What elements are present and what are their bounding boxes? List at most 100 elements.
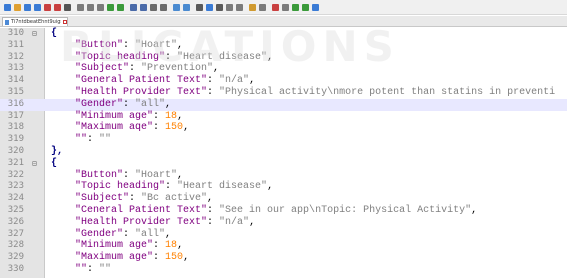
line-number: 324 bbox=[7, 193, 24, 204]
line-number: 310 bbox=[7, 28, 24, 38]
code-token: "Gender" bbox=[51, 98, 124, 110]
code-line[interactable]: 320}, bbox=[0, 146, 567, 158]
code-line[interactable]: 317 "Minimum age": 18, bbox=[0, 111, 567, 123]
code-line[interactable]: 330 "": "" bbox=[0, 264, 567, 276]
redo-icon[interactable] bbox=[117, 3, 124, 11]
zoom-in-icon[interactable] bbox=[150, 3, 157, 11]
code-token: }, bbox=[51, 146, 64, 157]
new-file-icon[interactable] bbox=[4, 3, 11, 11]
code-line[interactable]: 323 "Topic heading": "Heart disease", bbox=[0, 181, 567, 193]
play-macro-icon[interactable] bbox=[292, 3, 299, 11]
code-line[interactable]: 315 "Health Provider Text": "Physical ac… bbox=[0, 87, 567, 99]
find-icon[interactable] bbox=[130, 3, 137, 11]
line-number: 327 bbox=[7, 228, 24, 239]
close-tab-icon[interactable] bbox=[63, 20, 67, 24]
file-icon bbox=[5, 19, 9, 25]
line-number: 329 bbox=[7, 252, 24, 263]
code-line[interactable]: 329 "Maximum age": 150, bbox=[0, 252, 567, 264]
code-line[interactable]: 324 "Subject": "Bc active", bbox=[0, 193, 567, 205]
code-text: "Gender": "all", bbox=[51, 229, 171, 241]
code-text: "Subject": "Prevention", bbox=[51, 63, 219, 75]
fold-toggle-icon[interactable]: ⊟ bbox=[32, 28, 37, 40]
monitor-icon[interactable] bbox=[259, 3, 266, 11]
sync-v-icon[interactable] bbox=[173, 3, 180, 11]
stop-macro-icon[interactable] bbox=[282, 3, 289, 11]
copy-icon[interactable] bbox=[87, 3, 94, 11]
code-line[interactable]: 325 "Ceneral Patient Text": "See in our … bbox=[0, 205, 567, 217]
code-token: "Heart disease" bbox=[177, 181, 268, 193]
paste-icon[interactable] bbox=[97, 3, 104, 11]
code-line[interactable]: 311 "Button": "Hoart", bbox=[0, 40, 567, 52]
cut-icon[interactable] bbox=[77, 3, 84, 11]
word-wrap-icon[interactable] bbox=[196, 3, 203, 11]
code-line[interactable]: 312 "Topic heading": "Heart disease", bbox=[0, 52, 567, 64]
code-token: , bbox=[267, 181, 274, 193]
undo-icon[interactable] bbox=[107, 3, 114, 11]
zoom-out-icon[interactable] bbox=[160, 3, 167, 11]
code-token: : bbox=[207, 216, 220, 228]
indent-guide-icon[interactable] bbox=[216, 3, 223, 11]
replace-icon[interactable] bbox=[140, 3, 147, 11]
code-line[interactable]: 313 "Subject": "Prevention", bbox=[0, 63, 567, 75]
code-token: "Maximum age" bbox=[51, 252, 154, 264]
save-all-icon[interactable] bbox=[34, 3, 41, 11]
open-file-icon[interactable] bbox=[14, 3, 21, 11]
print-icon[interactable] bbox=[64, 3, 71, 11]
code-line[interactable]: 319 "": "" bbox=[0, 134, 567, 146]
save-icon[interactable] bbox=[24, 3, 31, 11]
code-token: : bbox=[129, 193, 142, 205]
close-all-icon[interactable] bbox=[54, 3, 61, 11]
code-token: "General Patient Text" bbox=[51, 75, 208, 87]
code-text: "Health Provider Text": "n/a", bbox=[51, 217, 255, 229]
folder-workspace-icon[interactable] bbox=[249, 3, 256, 11]
code-token: , bbox=[183, 252, 190, 264]
code-token: : bbox=[153, 240, 166, 252]
function-list-icon[interactable] bbox=[236, 3, 243, 11]
code-line[interactable]: 316 "Gender": "all", bbox=[0, 98, 567, 111]
code-token: , bbox=[177, 240, 184, 252]
code-text: { bbox=[51, 28, 57, 40]
code-line[interactable]: 314 "General Patient Text": "n/a", bbox=[0, 75, 567, 87]
code-token: : bbox=[207, 75, 220, 87]
toolbar bbox=[0, 0, 567, 15]
line-number: 314 bbox=[7, 75, 24, 86]
code-text: "Maximum age": 150, bbox=[51, 252, 189, 264]
code-token: : bbox=[123, 228, 136, 240]
tab-label: Ti7ntdbeatEhnt9uigs.json bbox=[10, 19, 61, 25]
code-token: : bbox=[87, 134, 100, 146]
code-token: "Prevention" bbox=[141, 63, 214, 75]
run-macro-icon[interactable] bbox=[302, 3, 309, 11]
code-line[interactable]: 327 "Gender": "all", bbox=[0, 229, 567, 241]
code-line[interactable]: 322 "Button": "Hoart", bbox=[0, 170, 567, 182]
code-editor[interactable]: 310 ⊟ {311 "Button": "Hoart", 312 "Topic he… bbox=[0, 28, 567, 278]
doc-map-icon[interactable] bbox=[226, 3, 233, 11]
code-line[interactable]: 328 "Minimum age": 18, bbox=[0, 240, 567, 252]
code-token: , bbox=[249, 216, 256, 228]
code-text: "Maximum aqe": 150, bbox=[51, 122, 189, 134]
code-token: "Subject" bbox=[51, 63, 130, 75]
code-token: "n/a" bbox=[219, 75, 250, 87]
code-text: "": "" bbox=[51, 134, 111, 146]
tab-active-file[interactable]: Ti7ntdbeatEhnt9uigs.json bbox=[2, 17, 68, 26]
code-token: "n/a" bbox=[219, 216, 250, 228]
code-line[interactable]: 326 "Health Provider Text": "n/a", bbox=[0, 217, 567, 229]
code-text: "General Patient Text": "n/a", bbox=[51, 75, 255, 87]
code-token: : bbox=[123, 169, 136, 181]
save-macro-icon[interactable] bbox=[312, 3, 319, 11]
code-token: , bbox=[165, 98, 172, 110]
record-macro-icon[interactable] bbox=[272, 3, 279, 11]
line-number: 313 bbox=[7, 63, 24, 74]
fold-toggle-icon[interactable]: ⊟ bbox=[32, 158, 37, 170]
code-token: "" bbox=[99, 134, 112, 146]
code-text: "": "" bbox=[51, 264, 111, 276]
code-line[interactable]: 321 ⊟ { bbox=[0, 158, 567, 170]
code-line[interactable]: 318 "Maximum aqe": 150, bbox=[0, 122, 567, 134]
code-line[interactable]: 310 ⊟ { bbox=[0, 28, 567, 40]
code-token: "See in our app\nTopic: Physical Activit… bbox=[219, 205, 472, 216]
line-number: 330 bbox=[7, 264, 24, 274]
line-number: 321 bbox=[7, 157, 24, 168]
close-icon[interactable] bbox=[44, 3, 51, 11]
code-token: : bbox=[153, 110, 166, 122]
show-all-chars-icon[interactable] bbox=[206, 3, 213, 11]
sync-h-icon[interactable] bbox=[183, 3, 190, 11]
